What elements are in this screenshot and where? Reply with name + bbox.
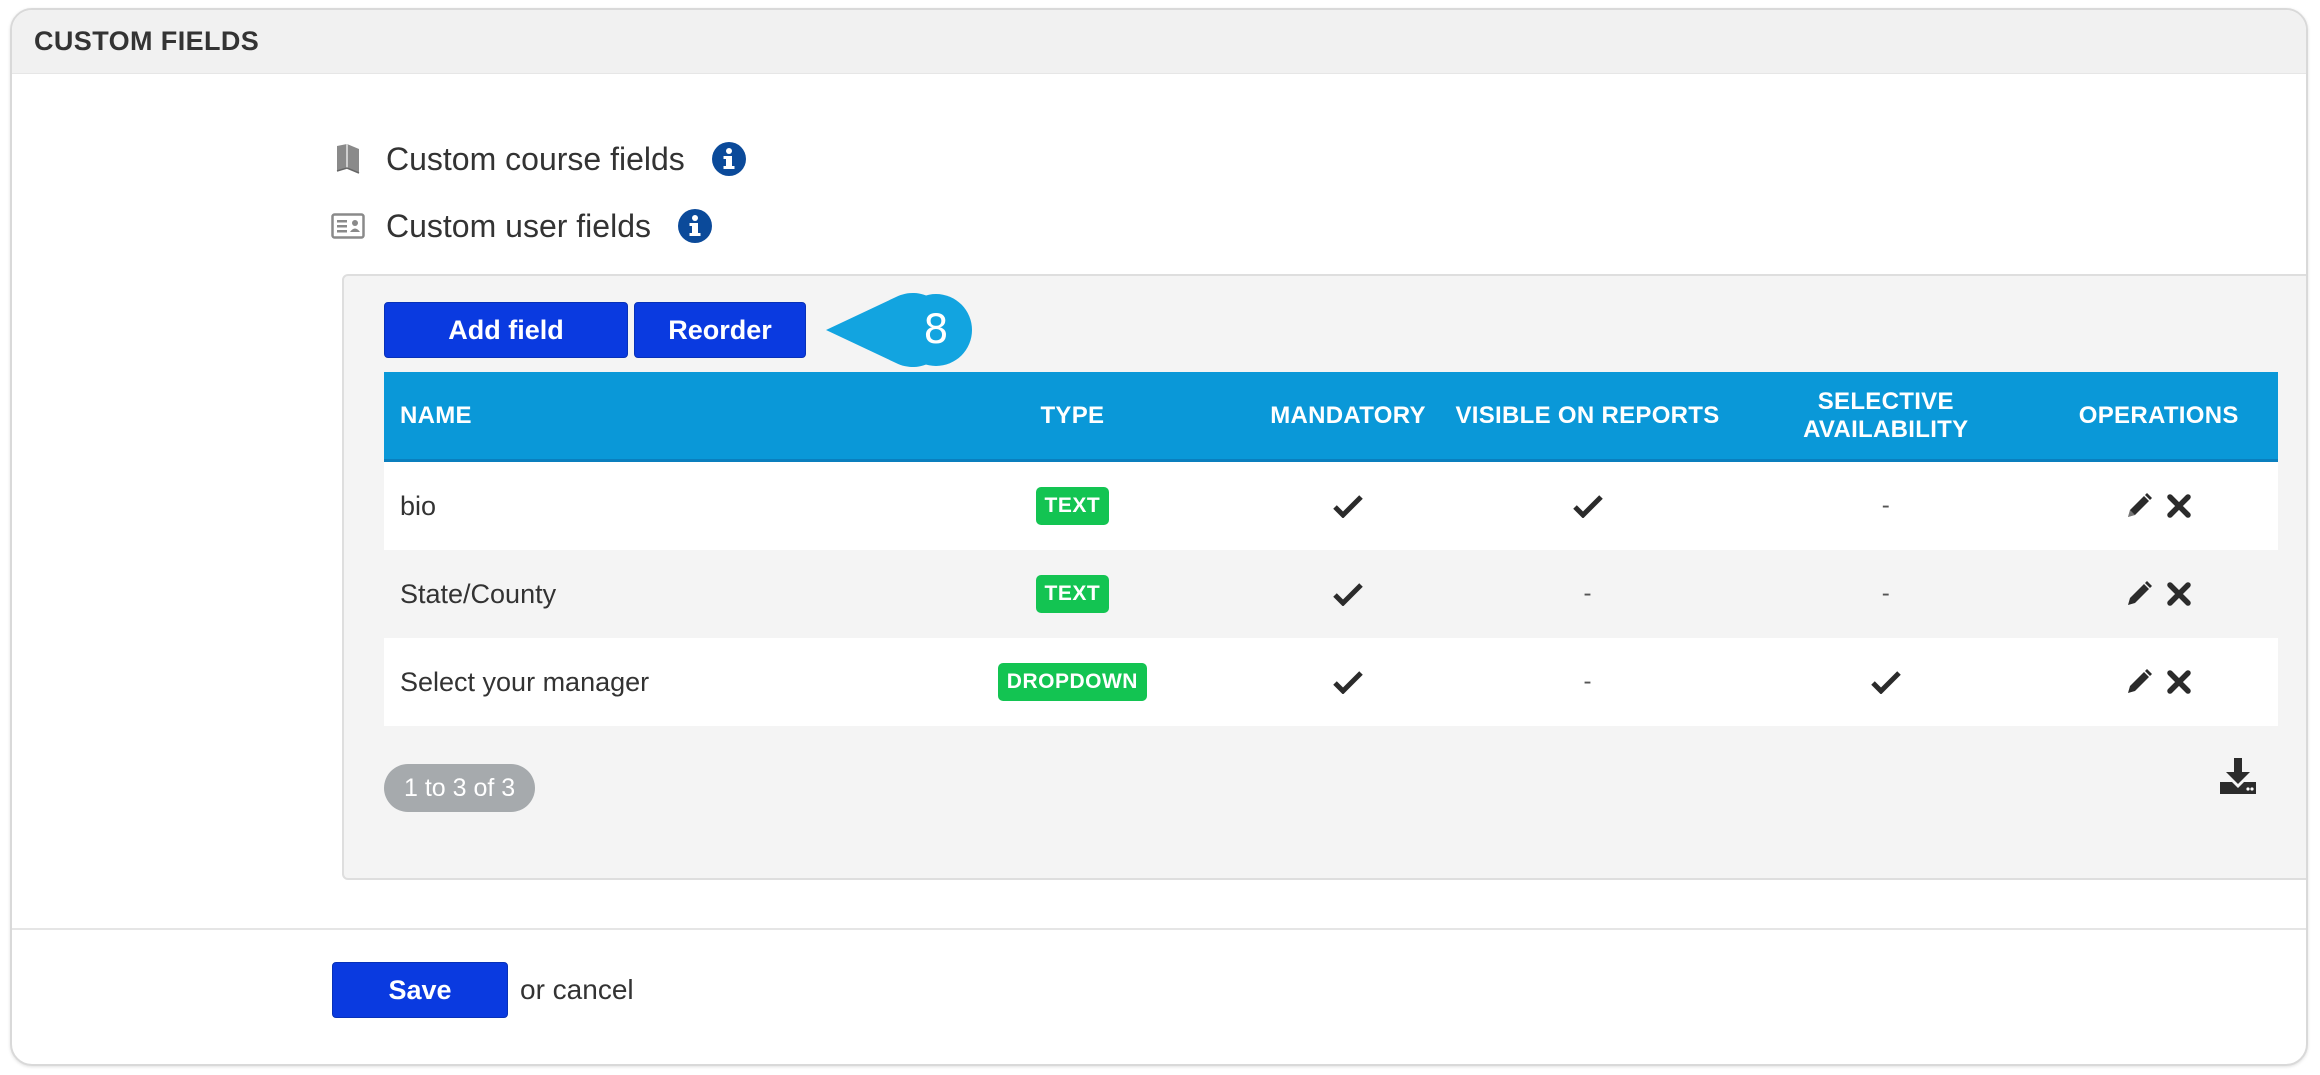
empty-value: - (1881, 492, 1890, 519)
edit-pencil-icon[interactable] (2122, 489, 2156, 523)
field-name: bio (400, 490, 437, 521)
field-name: State/County (400, 578, 557, 609)
cancel-link[interactable]: or cancel (520, 970, 634, 1010)
table-row: Select your manager DROPDOWN - (384, 638, 2278, 726)
empty-value: - (1583, 668, 1592, 695)
check-icon (1333, 495, 1363, 518)
empty-value: - (1881, 580, 1890, 607)
custom-fields-table: NAME TYPE MANDATORY VISIBLE ON REPORTS S… (384, 372, 2278, 726)
table-row: State/County TEXT - - (384, 550, 2278, 638)
custom-course-fields-link[interactable]: Custom course fields (330, 134, 747, 184)
pagination-badge: 1 to 3 of 3 (384, 764, 536, 812)
check-icon (1333, 671, 1363, 694)
empty-value: - (1583, 580, 1592, 607)
column-header-selective-availability[interactable]: SELECTIVE AVAILABILITY (1732, 388, 2039, 444)
book-icon (330, 141, 366, 177)
panel-title: CUSTOM FIELDS (34, 26, 260, 56)
edit-pencil-icon[interactable] (2122, 577, 2156, 611)
id-card-icon (330, 208, 366, 244)
step-callout-badge: 8 (826, 293, 972, 367)
save-button[interactable]: Save (332, 962, 508, 1018)
type-badge: DROPDOWN (997, 663, 1147, 701)
user-fields-box: Add field Reorder 8 NAME TYPE MANDATORY … (342, 274, 2306, 880)
column-header-name[interactable]: NAME (384, 402, 892, 430)
type-badge: TEXT (1035, 487, 1110, 525)
edit-pencil-icon[interactable] (2122, 665, 2156, 699)
check-icon (1572, 495, 1603, 518)
delete-x-icon[interactable] (2162, 665, 2196, 699)
check-icon (1333, 583, 1363, 606)
column-header-mandatory[interactable]: MANDATORY (1253, 402, 1443, 430)
custom-user-fields-link[interactable]: Custom user fields (330, 201, 713, 251)
column-header-visible-on-reports[interactable]: VISIBLE ON REPORTS (1443, 402, 1732, 430)
field-name: Select your manager (400, 666, 650, 697)
info-icon[interactable] (711, 141, 747, 177)
panel-header: CUSTOM FIELDS (12, 10, 2306, 74)
type-badge: TEXT (1035, 575, 1110, 613)
delete-x-icon[interactable] (2162, 489, 2196, 523)
custom-fields-panel: CUSTOM FIELDS Custom course fields Custo… (10, 8, 2308, 1066)
callout-number: 8 (923, 307, 948, 353)
download-icon[interactable] (2218, 756, 2258, 796)
add-field-button[interactable]: Add field (384, 302, 628, 358)
custom-user-fields-label: Custom user fields (386, 207, 651, 244)
check-icon (1870, 671, 1901, 694)
reorder-button[interactable]: Reorder (634, 302, 806, 358)
table-row: bio TEXT - (384, 462, 2278, 550)
info-icon[interactable] (677, 208, 713, 244)
delete-x-icon[interactable] (2162, 577, 2196, 611)
column-header-operations: OPERATIONS (2078, 401, 2239, 429)
custom-course-fields-label: Custom course fields (386, 140, 685, 177)
footer-divider (12, 928, 2306, 930)
table-header: NAME TYPE MANDATORY VISIBLE ON REPORTS S… (384, 372, 2278, 462)
column-header-type[interactable]: TYPE (892, 402, 1254, 430)
